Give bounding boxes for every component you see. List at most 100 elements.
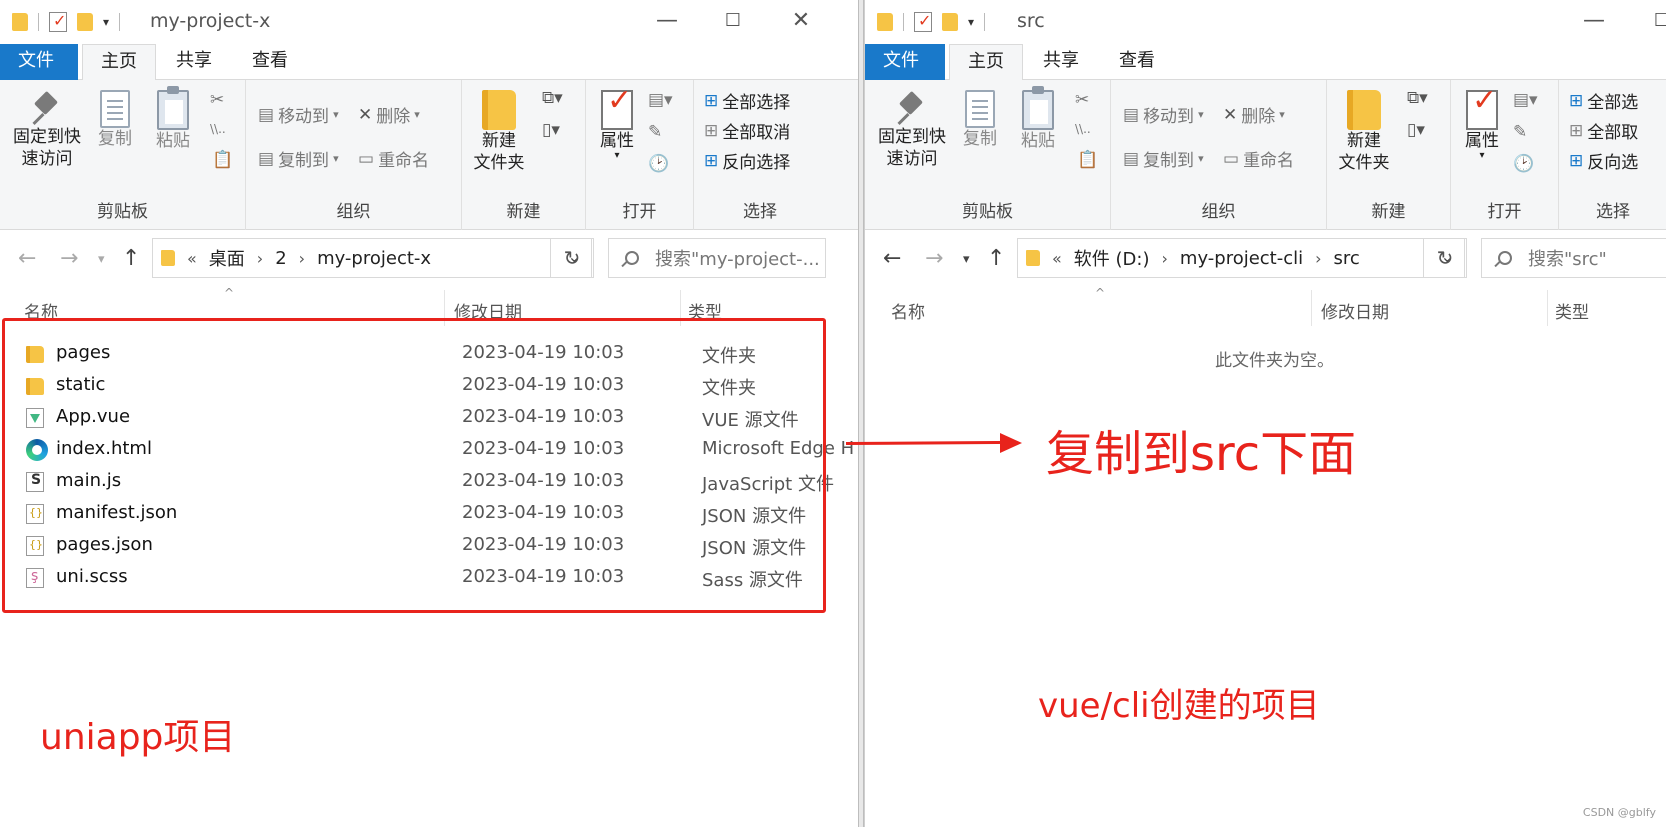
new-folder-button[interactable]: 新建 文件夹 <box>1333 90 1395 174</box>
pin-quick-access-button[interactable]: 固定到快 速访问 <box>8 90 86 170</box>
copy-path-button[interactable]: \\.. <box>1075 122 1091 136</box>
column-divider[interactable] <box>1547 290 1548 326</box>
up-arrow-icon[interactable]: ↑ <box>122 246 140 271</box>
minimize-button[interactable]: — <box>1579 8 1609 33</box>
refresh-button[interactable]: ↻ <box>1423 238 1467 278</box>
breadcrumb-overflow[interactable]: « <box>1052 249 1062 268</box>
tab-file[interactable]: 文件 <box>0 44 78 80</box>
breadcrumb-chevron-icon[interactable]: › <box>1162 249 1168 268</box>
easy-access-button[interactable]: ▯▾ <box>1407 120 1425 140</box>
open-button[interactable]: ▤▾ <box>648 90 673 110</box>
new-item-button[interactable]: ⧉▾ <box>1407 88 1428 108</box>
properties-icon[interactable] <box>914 11 932 32</box>
rename-button[interactable]: ▭ 重命名 <box>358 146 429 172</box>
paste-shortcut-button[interactable]: 📋 <box>1077 150 1098 170</box>
new-item-button[interactable]: ⧉▾ <box>542 88 563 108</box>
paste-button[interactable]: 粘贴 <box>150 86 196 152</box>
tab-file[interactable]: 文件 <box>865 44 945 80</box>
forward-arrow-icon[interactable]: → <box>925 246 943 271</box>
search-icon <box>1498 251 1512 265</box>
column-date-header[interactable]: 修改日期 <box>1321 298 1389 323</box>
new-item-icon: ⧉▾ <box>1407 88 1428 108</box>
copy-to-button[interactable]: ▤ 复制到 ▾ <box>258 146 339 172</box>
copy-to-button[interactable]: ▤ 复制到 ▾ <box>1123 146 1204 172</box>
edit-button[interactable]: ✎ <box>648 122 662 142</box>
folder-icon[interactable] <box>12 13 28 31</box>
history-button[interactable]: 🕑 <box>1513 154 1534 174</box>
copy-button[interactable]: 复制 <box>92 90 138 150</box>
maximize-button[interactable]: ☐ <box>718 10 748 31</box>
new-folder-button[interactable]: 新建 文件夹 <box>468 90 530 174</box>
refresh-button[interactable]: ↻ <box>550 238 594 278</box>
easy-access-button[interactable]: ▯▾ <box>542 120 560 140</box>
breadcrumb-item[interactable]: my-project-cli <box>1180 248 1303 269</box>
move-to-button[interactable]: ▤ 移动到 ▾ <box>258 102 339 128</box>
column-type-header[interactable]: 类型 <box>1555 298 1589 323</box>
breadcrumb-item[interactable]: src <box>1334 248 1360 269</box>
column-divider[interactable] <box>1311 290 1312 326</box>
paste-button[interactable]: 粘贴 <box>1015 86 1061 152</box>
new-folder-icon[interactable] <box>77 13 93 31</box>
delete-button[interactable]: ✕ 删除 ▾ <box>358 102 420 128</box>
search-input[interactable]: 搜索"src" <box>1481 238 1666 278</box>
delete-button[interactable]: ✕ 删除 ▾ <box>1223 102 1285 128</box>
back-arrow-icon[interactable]: ← <box>18 246 36 271</box>
breadcrumb-item[interactable]: 软件 (D:) <box>1074 245 1150 271</box>
search-input[interactable]: 搜索"my-project-... <box>608 238 826 278</box>
pin-icon <box>32 90 62 126</box>
maximize-button[interactable]: ☐ <box>1647 10 1666 31</box>
breadcrumb-chevron-icon[interactable]: › <box>299 249 305 268</box>
breadcrumb-chevron-icon[interactable]: › <box>1315 249 1321 268</box>
breadcrumb-overflow[interactable]: « <box>187 249 197 268</box>
edit-button[interactable]: ✎ <box>1513 122 1527 142</box>
properties-icon[interactable] <box>49 11 67 32</box>
select-all-label: 全部选 <box>1587 93 1639 113</box>
tab-view[interactable]: 查看 <box>234 44 306 80</box>
copy-button[interactable]: 复制 <box>957 90 1003 150</box>
tab-share[interactable]: 共享 <box>158 44 230 80</box>
properties-button[interactable]: 属性 ▾ <box>592 90 642 161</box>
rename-button[interactable]: ▭ 重命名 <box>1223 146 1294 172</box>
copy-path-button[interactable]: \\.. <box>210 122 226 136</box>
column-name-header[interactable]: 名称 <box>891 298 925 323</box>
properties-button[interactable]: 属性 ▾ <box>1457 90 1507 161</box>
breadcrumb-item[interactable]: 2 <box>275 248 286 269</box>
open-button[interactable]: ▤▾ <box>1513 90 1538 110</box>
invert-selection-button[interactable]: ⊞ 反向选 <box>1569 148 1638 174</box>
breadcrumb-chevron-icon[interactable]: › <box>257 249 263 268</box>
tab-share[interactable]: 共享 <box>1025 44 1097 80</box>
forward-arrow-icon[interactable]: → <box>60 246 78 271</box>
move-to-button[interactable]: ▤ 移动到 ▾ <box>1123 102 1204 128</box>
breadcrumb-item[interactable]: my-project-x <box>317 248 431 269</box>
select-all-button[interactable]: ⊞ 全部选择 <box>704 88 791 114</box>
close-button[interactable]: ✕ <box>786 8 816 33</box>
new-folder-icon[interactable] <box>942 13 958 31</box>
up-arrow-icon[interactable]: ↑ <box>987 246 1005 271</box>
address-bar[interactable]: « 桌面 › 2 › my-project-x ⌄ <box>152 238 592 278</box>
select-all-button[interactable]: ⊞ 全部选 <box>1569 88 1639 114</box>
tab-home[interactable]: 主页 <box>82 44 156 81</box>
customize-dropdown-icon[interactable]: ▾ <box>103 15 109 29</box>
new-folder-icon <box>482 90 516 130</box>
invert-selection-button[interactable]: ⊞ 反向选择 <box>704 148 790 174</box>
cut-button[interactable]: ✂ <box>1075 90 1089 110</box>
tab-home[interactable]: 主页 <box>949 44 1023 81</box>
clipboard-group-label: 剪贴板 <box>97 202 148 222</box>
chevron-down-icon: ▾ <box>1198 108 1204 121</box>
back-arrow-icon[interactable]: ← <box>883 246 901 271</box>
recent-locations-icon[interactable]: ▾ <box>98 252 105 267</box>
cut-button[interactable]: ✂ <box>210 90 224 110</box>
breadcrumb-item[interactable]: 桌面 <box>209 245 245 271</box>
pin-quick-access-button[interactable]: 固定到快 速访问 <box>873 90 951 170</box>
tab-view[interactable]: 查看 <box>1101 44 1173 80</box>
recent-locations-icon[interactable]: ▾ <box>963 252 970 267</box>
select-none-button[interactable]: ⊞ 全部取 <box>1569 118 1638 144</box>
minimize-button[interactable]: — <box>652 8 682 33</box>
paste-shortcut-button[interactable]: 📋 <box>212 150 233 170</box>
history-button[interactable]: 🕑 <box>648 154 669 174</box>
folder-icon[interactable] <box>877 13 893 31</box>
customize-dropdown-icon[interactable]: ▾ <box>968 15 974 29</box>
select-all-label: 全部选择 <box>722 93 791 113</box>
select-none-button[interactable]: ⊞ 全部取消 <box>704 118 790 144</box>
address-bar[interactable]: « 软件 (D:) › my-project-cli › src ⌄ <box>1017 238 1465 278</box>
